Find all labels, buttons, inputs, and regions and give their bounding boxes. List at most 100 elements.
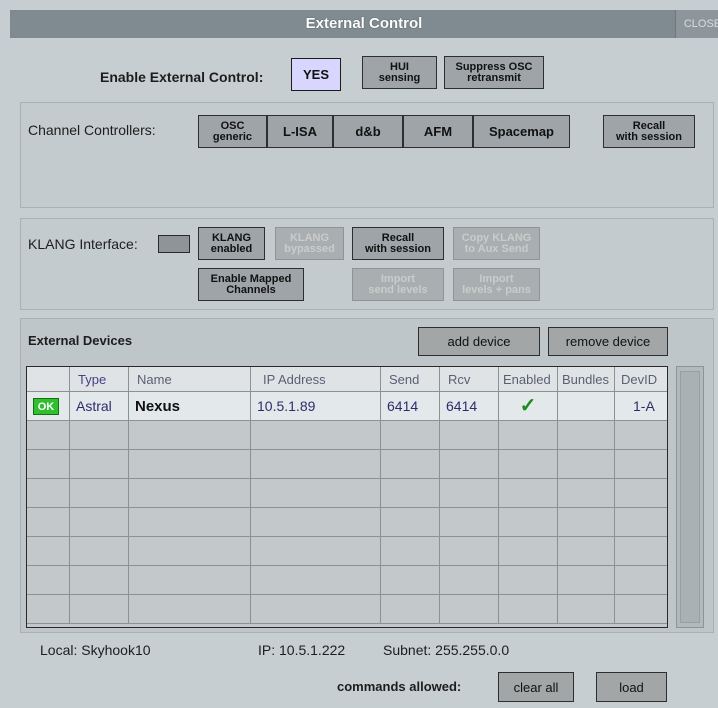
table-scrollbar[interactable] <box>676 366 704 628</box>
local-subnet: Subnet: 255.255.0.0 <box>383 642 510 658</box>
clear-all-button[interactable]: clear all <box>498 672 574 702</box>
empty-cell <box>70 450 129 479</box>
empty-cell <box>440 595 499 624</box>
empty-cell <box>27 450 70 479</box>
empty-cell <box>129 537 251 566</box>
empty-cell <box>381 537 440 566</box>
afm-button[interactable]: AFM <box>403 115 473 148</box>
suppress-osc-button[interactable]: Suppress OSC retransmit <box>444 56 544 89</box>
klang-bypassed-button[interactable]: KLANG bypassed <box>275 227 344 260</box>
empty-cell <box>440 537 499 566</box>
empty-cell <box>615 508 667 537</box>
devid-cell: 1-A <box>615 392 667 421</box>
empty-cell <box>499 421 558 450</box>
send-cell: 6414 <box>381 392 440 421</box>
empty-cell <box>440 566 499 595</box>
column-header-type[interactable]: Type <box>70 367 129 392</box>
empty-cell <box>440 479 499 508</box>
empty-cell <box>499 566 558 595</box>
empty-cell <box>251 421 381 450</box>
ip-cell: 10.5.1.89 <box>251 392 381 421</box>
bundles-cell <box>558 392 615 421</box>
empty-cell <box>129 479 251 508</box>
empty-cell <box>615 566 667 595</box>
empty-cell <box>381 566 440 595</box>
import-levels-pans-button[interactable]: Import levels + pans <box>453 268 540 301</box>
commands-allowed-label: commands allowed: <box>337 679 462 694</box>
channel-controllers-label: Channel Controllers: <box>28 122 156 138</box>
empty-cell <box>381 595 440 624</box>
ok-status-badge: OK <box>33 398 59 415</box>
klang-interface-label: KLANG Interface: <box>28 236 138 252</box>
empty-cell <box>129 450 251 479</box>
column-header-devid[interactable]: DevID <box>615 367 667 392</box>
local-name: Local: Skyhook10 <box>40 642 151 658</box>
column-header-name[interactable]: Name <box>129 367 251 392</box>
empty-cell <box>251 450 381 479</box>
empty-cell <box>558 537 615 566</box>
type-cell: Astral <box>70 392 129 421</box>
enable-mapped-channels-button[interactable]: Enable Mapped Channels <box>198 268 304 301</box>
empty-cell <box>251 595 381 624</box>
empty-cell <box>499 508 558 537</box>
empty-cell <box>558 450 615 479</box>
klang-interface-indicator[interactable] <box>158 235 190 253</box>
klang-enabled-button[interactable]: KLANG enabled <box>198 227 265 260</box>
close-button[interactable]: CLOSE <box>675 10 718 38</box>
empty-cell <box>27 566 70 595</box>
empty-cell <box>251 537 381 566</box>
import-send-levels-button[interactable]: Import send levels <box>352 268 444 301</box>
l-isa-button[interactable]: L-ISA <box>267 115 333 148</box>
load-button[interactable]: load <box>596 672 667 702</box>
empty-cell <box>499 595 558 624</box>
empty-cell <box>615 421 667 450</box>
empty-cell <box>499 479 558 508</box>
db-button[interactable]: d&b <box>333 115 403 148</box>
empty-cell <box>251 508 381 537</box>
empty-cell <box>558 479 615 508</box>
empty-cell <box>70 421 129 450</box>
osc-generic-button[interactable]: OSC generic <box>198 115 267 148</box>
empty-cell <box>129 421 251 450</box>
title-bar: External Control CLOSE <box>10 10 718 38</box>
empty-cell <box>27 595 70 624</box>
external-devices-title: External Devices <box>28 333 133 348</box>
empty-cell <box>440 421 499 450</box>
empty-cell <box>27 421 70 450</box>
scrollbar-thumb[interactable] <box>680 371 700 623</box>
empty-cell <box>615 450 667 479</box>
hui-sensing-button[interactable]: HUI sensing <box>362 56 437 89</box>
empty-cell <box>440 508 499 537</box>
column-header-status <box>27 367 70 392</box>
column-header-ip[interactable]: IP Address <box>251 367 381 392</box>
empty-cell <box>558 566 615 595</box>
recall-with-session-button[interactable]: Recall with session <box>603 115 695 148</box>
column-header-enabled[interactable]: Enabled <box>499 367 558 392</box>
klang-recall-with-session-button[interactable]: Recall with session <box>352 227 444 260</box>
empty-cell <box>440 450 499 479</box>
empty-cell <box>499 450 558 479</box>
empty-cell <box>381 479 440 508</box>
enabled-check-icon[interactable]: ✓ <box>499 392 558 421</box>
empty-cell <box>499 537 558 566</box>
empty-cell <box>381 421 440 450</box>
column-header-bundles[interactable]: Bundles <box>558 367 615 392</box>
spacemap-button[interactable]: Spacemap <box>473 115 570 148</box>
empty-cell <box>615 479 667 508</box>
empty-cell <box>70 479 129 508</box>
yes-button[interactable]: YES <box>291 58 341 91</box>
empty-cell <box>558 508 615 537</box>
add-device-button[interactable]: add device <box>418 327 540 356</box>
copy-klang-button[interactable]: Copy KLANG to Aux Send <box>453 227 540 260</box>
column-header-rcv[interactable]: Rcv <box>440 367 499 392</box>
empty-cell <box>615 595 667 624</box>
window-title: External Control <box>305 15 423 32</box>
empty-cell <box>558 595 615 624</box>
name-cell: Nexus <box>129 392 251 421</box>
empty-cell <box>381 450 440 479</box>
empty-cell <box>558 421 615 450</box>
empty-cell <box>27 508 70 537</box>
empty-cell <box>70 537 129 566</box>
remove-device-button[interactable]: remove device <box>548 327 668 356</box>
column-header-send[interactable]: Send <box>381 367 440 392</box>
